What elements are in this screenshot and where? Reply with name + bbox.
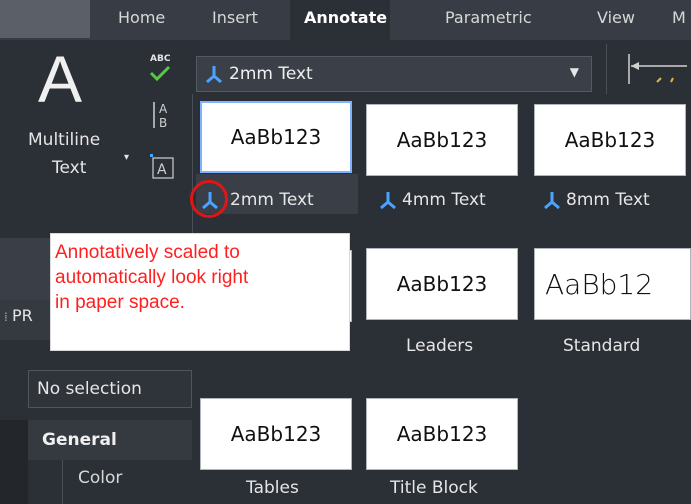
tab-more[interactable]: M	[672, 8, 686, 27]
single-line-text-icon[interactable]: A	[150, 152, 176, 180]
grip-icon[interactable]: ⁞	[4, 310, 8, 324]
multiline-text-label[interactable]: Multiline	[28, 130, 100, 150]
selection-dropdown[interactable]: No selection	[28, 370, 192, 408]
section-general[interactable]: General	[28, 420, 192, 460]
tab-insert[interactable]: Insert	[212, 8, 258, 27]
row-divider	[62, 460, 63, 504]
annotative-icon	[544, 192, 560, 209]
text-height-icon[interactable]: A B	[150, 100, 174, 130]
style-tile-standard[interactable]: AaBb12	[534, 248, 691, 320]
style-tile-4mm-text[interactable]: AaBb123	[366, 104, 518, 176]
style-caption-4mm-text: 4mm Text	[402, 190, 486, 210]
annotative-icon	[380, 192, 396, 209]
section-general-label: General	[42, 430, 117, 450]
tab-parametric[interactable]: Parametric	[445, 8, 532, 27]
style-sample: AaBb12	[545, 267, 654, 301]
chevron-down-icon: ▼	[569, 65, 579, 79]
style-caption-tables: Tables	[246, 478, 299, 498]
svg-text:A: A	[159, 102, 168, 116]
multiline-text-label-2[interactable]: Text	[52, 158, 86, 178]
linear-dimension-icon[interactable]	[607, 44, 687, 94]
style-sample: AaBb123	[396, 128, 488, 152]
application-menu-area[interactable]	[0, 0, 90, 38]
callout-line: in paper space.	[55, 292, 185, 313]
chevron-down-icon[interactable]: ▾	[124, 152, 129, 163]
tab-annotate[interactable]: Annotate	[304, 8, 387, 27]
style-caption-leaders: Leaders	[406, 336, 474, 356]
style-sample: AaBb123	[396, 272, 488, 296]
style-tile-leaders[interactable]: AaBb123	[366, 248, 518, 320]
annotation-callout: Annotatively scaled to automatically loo…	[50, 233, 350, 351]
svg-text:B: B	[159, 116, 167, 130]
style-sample: AaBb123	[564, 128, 656, 152]
style-caption-2mm-text: 2mm Text	[230, 190, 314, 210]
tab-home[interactable]: Home	[118, 8, 165, 27]
selection-value: No selection	[37, 379, 142, 399]
style-sample: AaBb123	[230, 125, 322, 149]
property-color-label: Color	[78, 468, 123, 488]
svg-text:A: A	[157, 162, 167, 178]
palette-side-strip	[0, 420, 28, 504]
multiline-text-big-letter[interactable]: A	[38, 44, 82, 114]
style-tile-tables[interactable]: AaBb123	[200, 398, 352, 470]
palette-tab-area	[0, 238, 50, 300]
spell-check-icon[interactable]: ABC	[148, 54, 174, 84]
highlight-circle	[190, 180, 228, 218]
style-caption-title-block: Title Block	[390, 478, 478, 498]
style-caption-8mm-text: 8mm Text	[566, 190, 650, 210]
style-tile-title-block[interactable]: AaBb123	[366, 398, 518, 470]
style-sample: AaBb123	[230, 422, 322, 446]
callout-line: automatically look right	[55, 267, 249, 288]
palette-title: PR	[12, 306, 33, 325]
style-tile-2mm-text[interactable]: AaBb123	[200, 101, 352, 173]
text-style-selected: 2mm Text	[229, 64, 313, 84]
callout-text: Annotatively scaled to automatically loo…	[55, 240, 248, 315]
callout-line: Annotatively scaled to	[55, 242, 240, 263]
text-style-dropdown[interactable]: 2mm Text ▼	[196, 56, 592, 92]
dimension-panel	[606, 44, 691, 94]
tab-view[interactable]: View	[597, 8, 635, 27]
style-tile-8mm-text[interactable]: AaBb123	[534, 104, 686, 176]
style-sample: AaBb123	[396, 422, 488, 446]
style-caption-standard: Standard	[563, 336, 641, 356]
annotative-icon	[206, 66, 222, 83]
